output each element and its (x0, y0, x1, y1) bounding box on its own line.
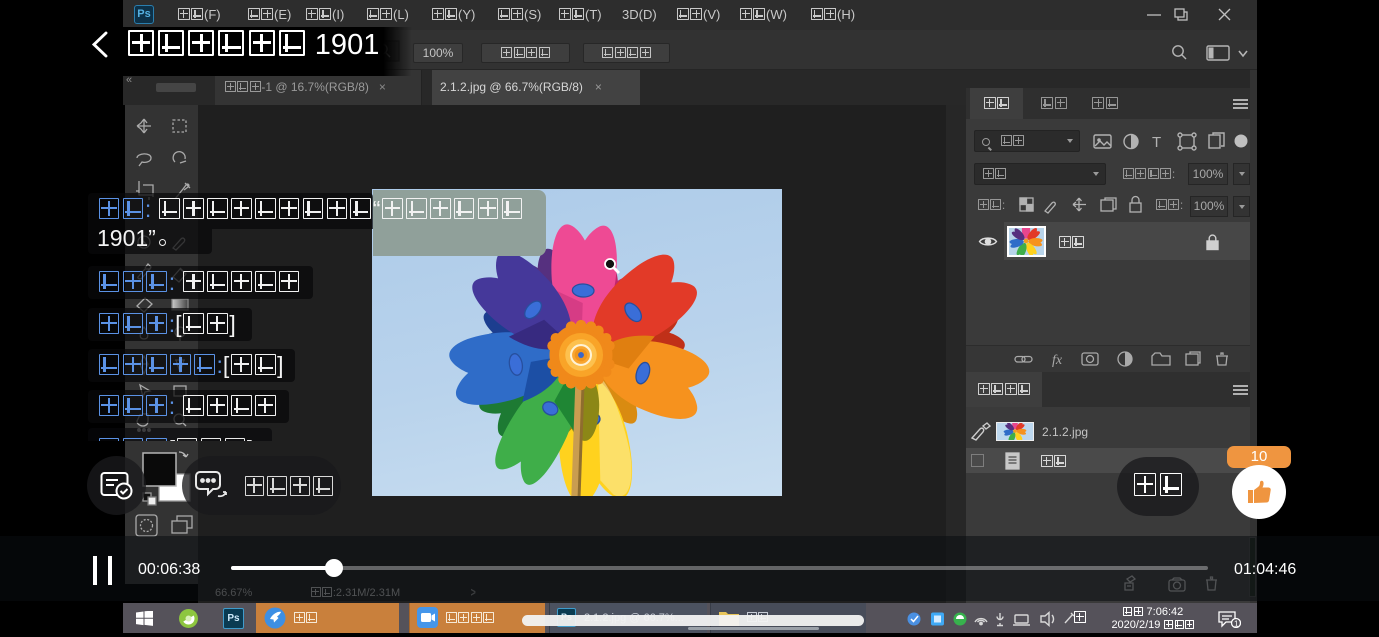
svg-text:T: T (1152, 134, 1161, 151)
svg-text:1: 1 (1234, 620, 1239, 629)
svg-text:fx: fx (1052, 353, 1063, 368)
